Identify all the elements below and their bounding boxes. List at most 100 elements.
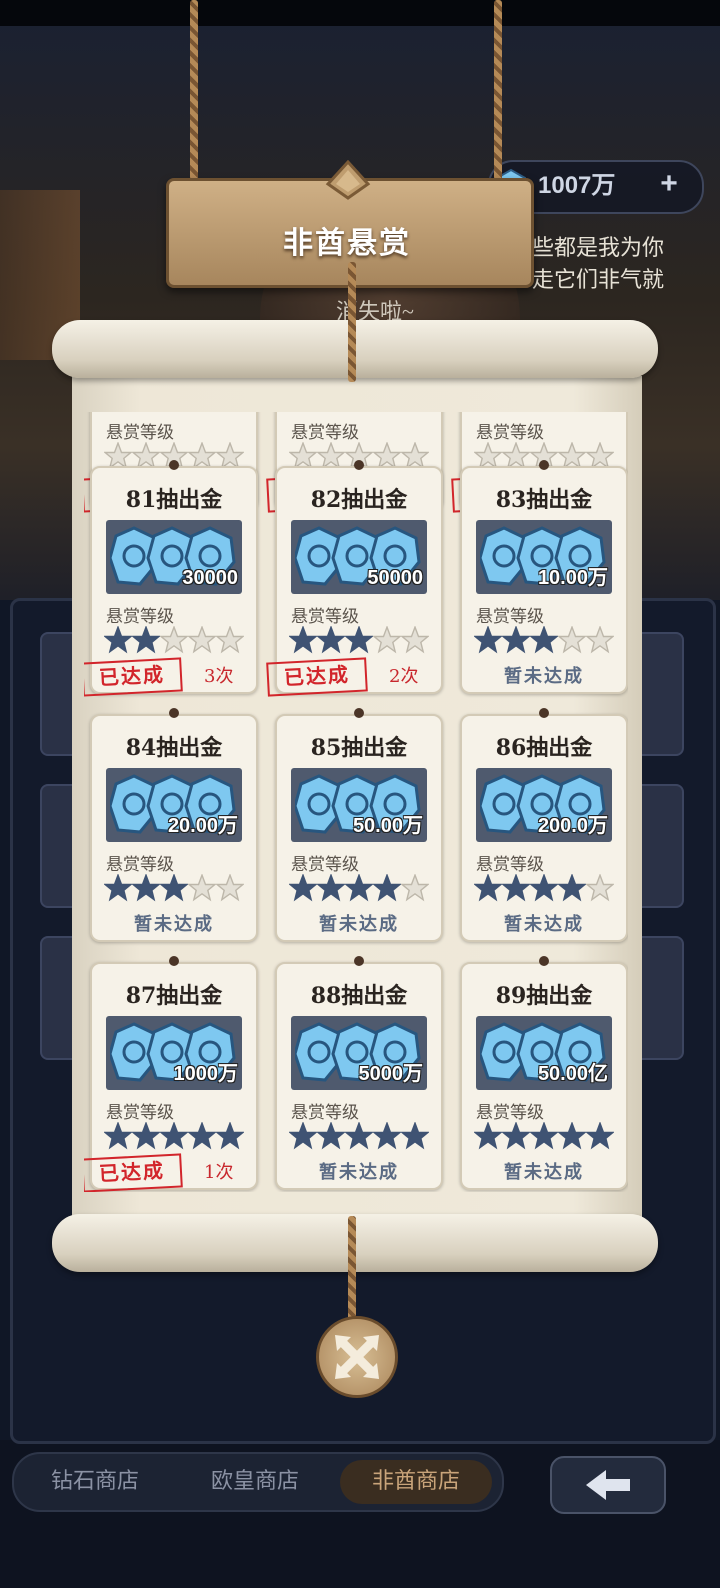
star-icon (131, 625, 161, 654)
reward-image: 50.00万 (291, 768, 427, 842)
reward-image: 50000 (291, 520, 427, 594)
star-icon (585, 873, 615, 902)
reward-amount: 30000 (182, 567, 238, 589)
reward-title: 81抽出金 (125, 487, 223, 513)
close-button[interactable] (316, 1316, 398, 1398)
bounty-level-label: 悬赏等级 (476, 607, 544, 627)
star-icon (316, 1121, 346, 1150)
achievement-status: 已达成 2次 (266, 657, 441, 697)
reward-amount: 5000万 (358, 1063, 424, 1085)
star-icon (215, 1121, 245, 1150)
achievement-status: 暂未达成 (462, 1156, 626, 1183)
achievement-status: 暂未达成 (277, 1156, 441, 1183)
star-icon (372, 625, 402, 654)
pin-icon (169, 956, 179, 966)
star-icon (316, 873, 346, 902)
achievement-status: 已达成 3次 (84, 657, 256, 697)
pin-icon (354, 460, 364, 470)
reward-amount: 1000万 (173, 1063, 239, 1085)
pin-icon (169, 460, 179, 470)
reward-card: 84抽出金 20.00万 悬赏等级 暂未达成 (90, 708, 258, 942)
pin-icon (169, 708, 179, 718)
tab-unlucky-shop[interactable]: 非酋商店 (340, 1460, 492, 1504)
sign-ornament (325, 160, 371, 200)
achievement-status: 已达成 1次 (84, 1153, 256, 1192)
reward-card: 85抽出金 50.00万悬赏等级暂未达成 (275, 708, 443, 942)
star-icon (473, 873, 503, 902)
star-icon (187, 625, 217, 654)
star-icon (501, 1121, 531, 1150)
close-icon (335, 1335, 379, 1379)
bounty-level-label: 悬赏等级 (106, 423, 174, 443)
reward-card: 81抽出金 30000 悬赏等级已达成 3次 (84, 460, 258, 697)
reward-list[interactable]: 悬赏等级已达成10次悬赏等级已达成8次悬赏等级已达成4次81抽出金30000悬赏… (84, 412, 628, 1192)
pin-icon (539, 460, 549, 470)
star-icon (400, 873, 430, 902)
achievement-status: 暂未达成 (462, 908, 626, 935)
reward-image: 50.00亿 (476, 1016, 612, 1090)
star-icon (473, 625, 503, 654)
reward-card: 83抽出金 10.00万 悬赏等级 暂未达成 (460, 460, 628, 694)
not-achieved-label: 暂未达成 (319, 1162, 399, 1183)
tab-diamond-shop[interactable]: 钻石商店 (30, 1460, 160, 1504)
reward-card: 89抽出金 50.00亿 悬赏等级 暂未达成 (460, 956, 628, 1190)
star-icon (159, 625, 189, 654)
star-icon (344, 625, 374, 654)
star-icon (103, 873, 133, 902)
rope-decoration (190, 0, 198, 190)
tab-euro-shop[interactable]: 欧皇商店 (190, 1460, 320, 1504)
bounty-level-label: 悬赏等级 (476, 855, 544, 875)
bounty-level-label: 悬赏等级 (291, 607, 359, 627)
reward-card: 86抽出金 200.0万 悬赏等级 暂未达成 (460, 708, 628, 942)
page-title: 非酋悬赏 (283, 226, 411, 261)
reward-title: 85抽出金 (310, 735, 408, 761)
star-icon (103, 1121, 133, 1150)
star-rating (473, 873, 624, 902)
star-icon (557, 625, 587, 654)
reward-amount: 10.00万 (537, 567, 608, 589)
achieved-stamp: 已达成 (84, 1153, 183, 1192)
speech-line: 走它们非气就 (532, 267, 665, 292)
not-achieved-label: 暂未达成 (504, 1162, 584, 1183)
bounty-level-label: 悬赏等级 (106, 607, 174, 627)
star-icon (585, 1121, 615, 1150)
status-bar-background (0, 0, 720, 26)
add-currency-button[interactable]: + (652, 166, 686, 202)
bounty-level-label: 悬赏等级 (106, 1103, 174, 1123)
reward-title: 87抽出金 (125, 983, 223, 1009)
star-icon (316, 625, 346, 654)
rope-decoration (348, 262, 356, 382)
star-icon (344, 1121, 374, 1150)
reward-image: 200.0万 (476, 768, 612, 842)
star-icon (557, 873, 587, 902)
currency-amount: 1007万 (538, 172, 616, 199)
bounty-level-label: 悬赏等级 (291, 855, 359, 875)
star-icon (400, 1121, 430, 1150)
achieved-stamp: 已达成 (266, 657, 368, 697)
star-icon (131, 873, 161, 902)
reward-image: 20.00万 (106, 768, 242, 842)
star-icon (529, 625, 559, 654)
reward-card: 82抽出金 50000 悬赏等级 已达成 2次 (266, 460, 443, 697)
achieved-count: 3次 (204, 666, 234, 687)
star-icon (372, 873, 402, 902)
star-icon (529, 873, 559, 902)
star-icon (159, 873, 189, 902)
back-button[interactable] (550, 1456, 666, 1514)
reward-amount: 200.0万 (537, 815, 608, 837)
achieved-count: 1次 (204, 1162, 234, 1183)
star-icon (501, 625, 531, 654)
reward-title: 83抽出金 (495, 487, 593, 513)
reward-image: 1000万 (106, 1016, 242, 1090)
speech-line: 些都是我为你 (532, 235, 665, 260)
star-icon (187, 1121, 217, 1150)
star-icon (187, 873, 217, 902)
star-rating (103, 1121, 254, 1150)
reward-title: 89抽出金 (495, 983, 593, 1009)
reward-image: 10.00万 (476, 520, 612, 594)
star-rating (288, 1121, 439, 1150)
star-rating (473, 1121, 624, 1150)
pin-icon (539, 708, 549, 718)
star-icon (103, 625, 133, 654)
not-achieved-label: 暂未达成 (319, 914, 399, 935)
